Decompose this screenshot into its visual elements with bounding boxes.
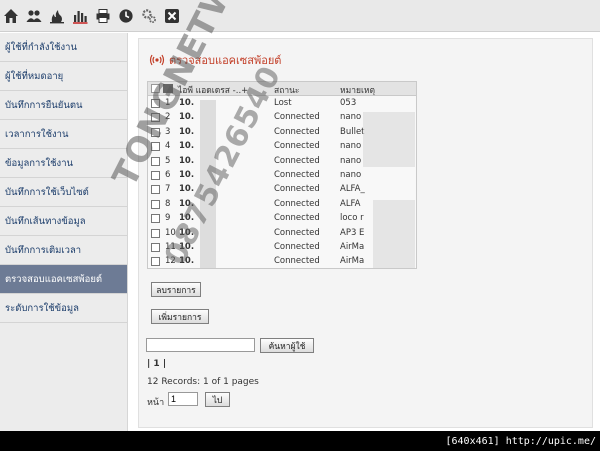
sidebar-item-label: บันทึกการยืนยันตน — [5, 99, 83, 111]
search-input[interactable] — [146, 338, 255, 352]
row-checkbox[interactable] — [151, 228, 160, 238]
sidebar-item-label: บันทึกการเติมเวลา — [5, 244, 82, 256]
page-label: หน้า — [147, 398, 165, 408]
sidebar-item-usage-time[interactable]: เวลาการใช้งาน — [0, 120, 127, 149]
column-note[interactable]: หมายเหตุ — [340, 83, 375, 97]
row-checkbox[interactable] — [151, 257, 160, 267]
row-checkbox[interactable] — [151, 214, 160, 224]
clock-icon[interactable] — [117, 7, 135, 25]
sidebar-item-label: บันทึกการใช้เว็บไซต์ — [5, 186, 89, 198]
chart-icon[interactable] — [71, 7, 89, 25]
add-button[interactable]: เพิ่มรายการ — [151, 309, 209, 324]
sidebar-item-data-level[interactable]: ระดับการใช้ข้อมูล — [0, 294, 127, 323]
page-number-input[interactable] — [168, 392, 198, 406]
users-icon[interactable] — [25, 7, 43, 25]
sidebar-item-label: เวลาการใช้งาน — [5, 128, 69, 140]
sidebar-item-active-users[interactable]: ผู้ใช้ที่กำลังใช้งาน — [0, 33, 127, 62]
app-window: ผู้ใช้ที่กำลังใช้งาน ผู้ใช้ที่หมดอายุ บั… — [0, 0, 600, 451]
row-checkbox[interactable] — [151, 243, 160, 252]
sidebar-item-label: บันทึกเส้นทางข้อมูล — [5, 215, 86, 227]
sidebar-item-label: ระดับการใช้ข้อมูล — [5, 302, 79, 314]
pagination[interactable]: | 1 | — [147, 359, 166, 369]
fire-icon[interactable] — [48, 7, 66, 25]
search-user-button[interactable]: ค้นหาผู้ใช้ — [260, 338, 314, 353]
sidebar-item-label: ข้อมูลการใช้งาน — [5, 157, 74, 169]
sidebar-item-auth-log[interactable]: บันทึกการยืนยันตน — [0, 91, 127, 120]
redacted-note-block — [373, 200, 415, 268]
sidebar-item-label: ผู้ใช้ที่หมดอายุ — [5, 70, 64, 82]
printer-icon[interactable] — [94, 7, 112, 25]
sidebar-item-topup-log[interactable]: บันทึกการเติมเวลา — [0, 236, 127, 265]
top-toolbar — [0, 0, 600, 32]
table-row[interactable]: 6 10. Connected nano — [148, 169, 416, 183]
sidebar-item-label: ตรวจสอบแอคเซสพ้อยต์ — [5, 273, 103, 285]
sidebar-item-web-log[interactable]: บันทึกการใช้เว็บไซต์ — [0, 178, 127, 207]
sidebar-item-route-log[interactable]: บันทึกเส้นทางข้อมูล — [0, 207, 127, 236]
sidebar-menu: ผู้ใช้ที่กำลังใช้งาน ผู้ใช้ที่หมดอายุ บั… — [0, 33, 128, 431]
close-icon[interactable] — [163, 7, 181, 25]
settings-icon[interactable] — [140, 7, 158, 25]
row-checkbox[interactable] — [151, 199, 160, 209]
sidebar-item-expired-users[interactable]: ผู้ใช้ที่หมดอายุ — [0, 62, 127, 91]
sidebar-item-access-point[interactable]: ตรวจสอบแอคเซสพ้อยต์ — [0, 265, 127, 294]
sidebar-item-label: ผู้ใช้ที่กำลังใช้งาน — [5, 41, 78, 53]
redacted-note-block — [363, 112, 415, 167]
delete-button[interactable]: ลบรายการ — [151, 282, 201, 297]
home-icon[interactable] — [2, 7, 20, 25]
records-summary: 12 Records: 1 of 1 pages — [147, 377, 259, 387]
row-checkbox[interactable] — [151, 185, 160, 195]
row-checkbox[interactable] — [151, 171, 160, 180]
go-button[interactable]: ไป — [205, 392, 230, 407]
image-host-footer: [640x461] http://upic.me/ — [0, 431, 600, 451]
